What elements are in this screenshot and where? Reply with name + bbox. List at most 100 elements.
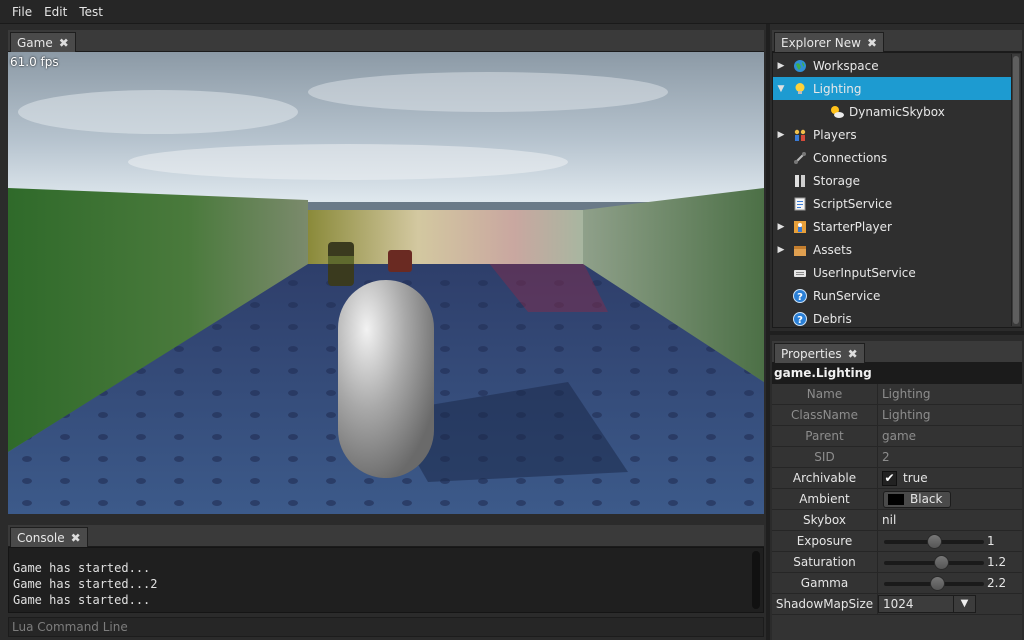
slider-knob[interactable] [927,534,942,549]
archivable-checkbox[interactable]: ✔ [882,471,897,486]
game-tab-strip: Game ✖ [8,30,764,52]
lightbulb-icon [793,82,807,96]
tree-item-scriptservice[interactable]: ScriptService [773,192,1011,215]
menu-edit[interactable]: Edit [38,0,73,24]
property-label: Parent [772,426,878,446]
tab-properties[interactable]: Properties ✖ [774,343,865,363]
tab-console-label: Console [17,530,65,545]
tree-item-userinputservice[interactable]: UserInputService [773,261,1011,284]
saturation-slider[interactable] [884,555,984,570]
property-row-parent: Parent game [772,426,1022,447]
console-line: Game has started... [13,593,151,607]
lua-command-input[interactable] [9,618,763,636]
explorer-scrollbar[interactable] [1011,54,1020,326]
property-label: Exposure [772,531,878,551]
tree-item-label: Connections [813,150,888,165]
tree-item-dynamicskybox[interactable]: DynamicSkybox [773,100,1011,123]
expand-arrow-closed-icon[interactable]: ▶ [776,61,786,71]
sun-cloud-icon [829,105,844,119]
explorer-tree: ▶ Workspace ▼ Lighting DynamicSkybox ▶ Players… [772,52,1022,328]
tree-item-label: UserInputService [813,265,916,280]
tree-item-debris[interactable]: ? Debris [773,307,1011,327]
property-value: game [882,429,917,443]
slider-knob[interactable] [934,555,949,570]
players-icon [793,128,807,142]
chevron-down-icon[interactable]: ▼ [953,596,975,612]
property-label: ShadowMapSize [772,594,878,614]
keyboard-icon [793,266,807,280]
box-icon [793,243,807,257]
tab-properties-label: Properties [781,346,842,361]
expand-arrow-closed-icon[interactable]: ▶ [776,245,786,255]
scrollbar-thumb[interactable] [1013,56,1019,324]
tree-item-connections[interactable]: Connections [773,146,1011,169]
tab-game[interactable]: Game ✖ [10,32,76,52]
tree-item-players[interactable]: ▶ Players [773,123,1011,146]
console-line: Game has started... [13,561,151,575]
properties-object-path: game.Lighting [772,363,1022,384]
ambient-color-button[interactable]: Black [883,491,951,508]
question-icon: ? [793,288,807,303]
tree-item-workspace[interactable]: ▶ Workspace [773,54,1011,77]
storage-icon [793,174,807,188]
shadowmapsize-select[interactable]: 1024 ▼ [878,595,976,613]
close-icon[interactable]: ✖ [848,348,858,360]
tree-item-label: Storage [813,173,860,188]
property-value: 2 [882,450,890,464]
property-label: Ambient [772,489,878,509]
property-label: Gamma [772,573,878,593]
property-row-name: Name Lighting [772,384,1022,405]
gamma-slider[interactable] [884,576,984,591]
property-row-shadowmapsize: ShadowMapSize 1024 ▼ [772,594,1022,615]
color-swatch [888,494,904,505]
menu-bar: File Edit Test [0,0,1024,24]
property-label: Name [772,384,878,404]
saturation-value: 1.2 [987,555,1007,569]
tree-item-label: Assets [813,242,853,257]
skybox-value[interactable]: nil [882,510,896,530]
tree-item-starterplayer[interactable]: ▶ StarterPlayer [773,215,1011,238]
explorer-tab-strip: Explorer New ✖ [772,30,1022,52]
connection-icon [793,151,807,165]
horizontal-splitter[interactable] [770,331,1024,335]
tree-item-runservice[interactable]: ? RunService [773,284,1011,307]
menu-test[interactable]: Test [73,0,109,24]
menu-file[interactable]: File [6,0,38,24]
property-label: Saturation [772,552,878,572]
property-row-ambient: Ambient Black [772,489,1022,510]
close-icon[interactable]: ✖ [867,37,877,49]
gamma-value: 2.2 [987,576,1007,590]
property-value: true [903,471,928,485]
tab-explorer[interactable]: Explorer New ✖ [774,32,885,52]
svg-text:?: ? [797,292,803,303]
tree-item-label: Lighting [813,81,862,96]
slider-knob[interactable] [930,576,945,591]
tree-item-label: Debris [813,311,852,326]
property-label: Archivable [772,468,878,488]
console-scrollbar[interactable] [752,551,760,609]
exposure-slider[interactable] [884,534,984,549]
tree-item-label: DynamicSkybox [849,104,945,119]
expand-arrow-open-icon[interactable]: ▼ [776,84,786,94]
expand-arrow-closed-icon[interactable]: ▶ [776,222,786,232]
property-label: SID [772,447,878,467]
tree-item-assets[interactable]: ▶ Assets [773,238,1011,261]
properties-grid: Name Lighting ClassName Lighting Parent … [772,384,1022,640]
close-icon[interactable]: ✖ [71,532,81,544]
select-value: 1024 [883,597,914,611]
property-row-archivable: Archivable ✔ true [772,468,1022,489]
tree-item-label: Workspace [813,58,879,73]
expand-arrow-closed-icon[interactable]: ▶ [776,130,786,140]
properties-tab-strip: Properties ✖ [772,341,1022,363]
tab-game-label: Game [17,35,53,50]
close-icon[interactable]: ✖ [59,37,69,49]
tab-console[interactable]: Console ✖ [10,527,88,547]
property-row-sid: SID 2 [772,447,1022,468]
tree-item-lighting[interactable]: ▼ Lighting [773,77,1011,100]
game-scene [8,52,764,514]
game-viewport[interactable]: 61.0 fps [8,52,764,514]
property-row-saturation: Saturation 1.2 [772,552,1022,573]
tree-item-storage[interactable]: Storage [773,169,1011,192]
ambient-color-label: Black [910,492,943,506]
fps-counter: 61.0 fps [10,55,59,69]
